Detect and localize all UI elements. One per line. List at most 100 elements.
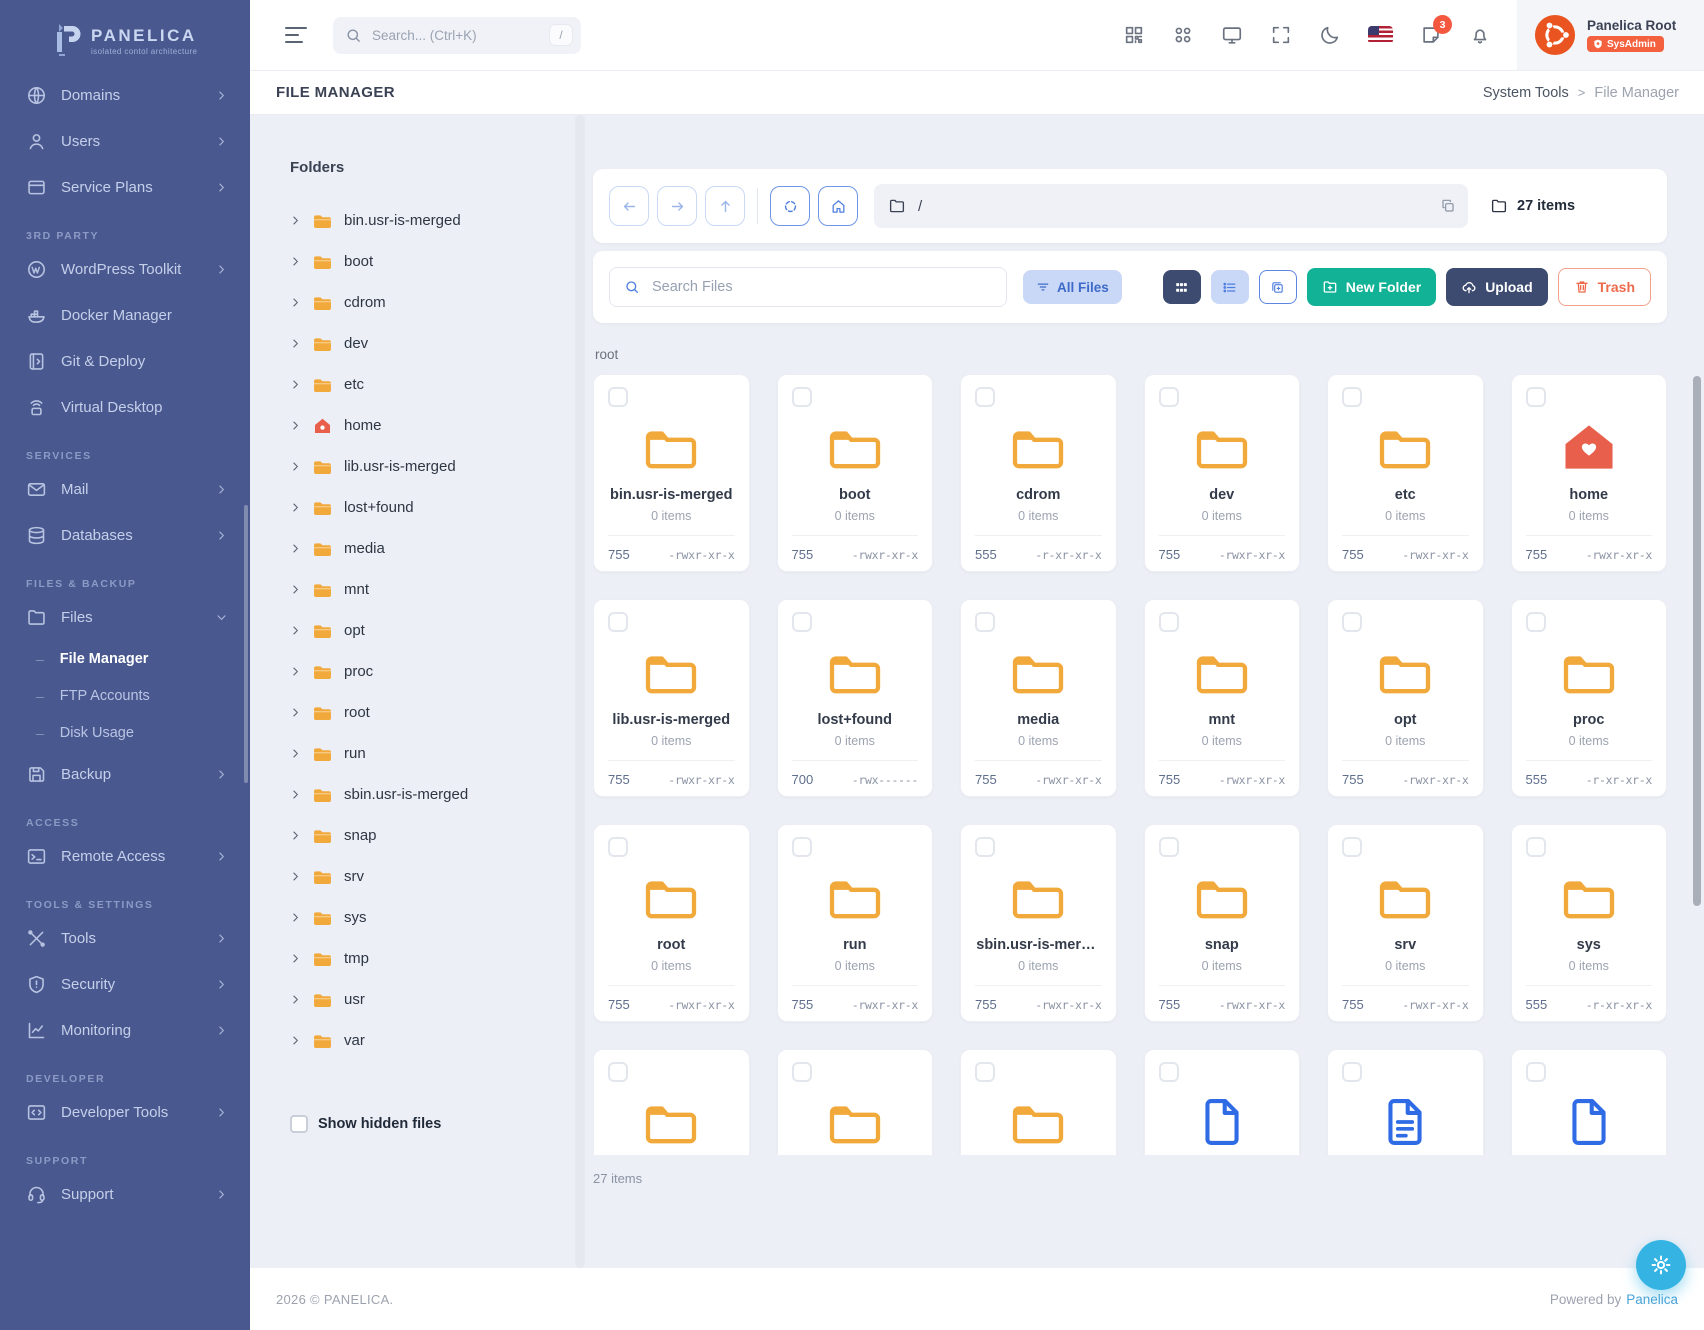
tree-item-mnt[interactable]: mnt: [290, 569, 575, 610]
breadcrumb-system-tools[interactable]: System Tools: [1483, 85, 1569, 101]
sidebar-item-virtual-desktop[interactable]: Virtual Desktop: [0, 384, 250, 430]
file-card[interactable]: cdrom0 items555-r-xr-xr-x: [960, 374, 1117, 572]
file-checkbox[interactable]: [608, 387, 628, 407]
brand-logo[interactable]: PANELICA isolated contol architecture: [56, 24, 250, 58]
main-scrollbar[interactable]: [1693, 376, 1701, 906]
sidebar-subitem-file-manager[interactable]: –File Manager: [0, 640, 250, 677]
path-bar[interactable]: [874, 184, 1468, 228]
sidebar-item-service-plans[interactable]: Service Plans: [0, 164, 250, 210]
file-checkbox[interactable]: [608, 1062, 628, 1082]
tree-item-lost-found[interactable]: lost+found: [290, 487, 575, 528]
file-card[interactable]: sys0 items555-r-xr-xr-x: [1511, 824, 1668, 1022]
tree-item-proc[interactable]: proc: [290, 651, 575, 692]
upload-button[interactable]: Upload: [1446, 268, 1547, 306]
tree-item-home[interactable]: home: [290, 405, 575, 446]
file-checkbox[interactable]: [1526, 612, 1546, 632]
file-card[interactable]: lib.usr-is-merged0 items755-rwxr-xr-x: [593, 599, 750, 797]
tree-item-usr[interactable]: usr: [290, 979, 575, 1020]
tree-item-dev[interactable]: dev: [290, 323, 575, 364]
file-card[interactable]: dev0 items755-rwxr-xr-x: [1144, 374, 1301, 572]
copy-path-button[interactable]: [1440, 198, 1456, 214]
file-search[interactable]: [609, 267, 1007, 307]
sidebar-item-tools[interactable]: Tools: [0, 915, 250, 961]
file-card[interactable]: [1327, 1049, 1484, 1155]
sidebar-subitem-disk-usage[interactable]: –Disk Usage: [0, 714, 250, 751]
file-card[interactable]: sbin.usr-is-merged0 items755-rwxr-xr-x: [960, 824, 1117, 1022]
path-input[interactable]: [916, 197, 1430, 216]
file-card[interactable]: media0 items755-rwxr-xr-x: [960, 599, 1117, 797]
file-checkbox[interactable]: [1526, 387, 1546, 407]
file-card[interactable]: bin.usr-is-merged0 items755-rwxr-xr-x: [593, 374, 750, 572]
us-flag-button[interactable]: [1368, 26, 1393, 44]
file-checkbox[interactable]: [975, 837, 995, 857]
sidebar-item-security[interactable]: Security: [0, 961, 250, 1007]
file-card[interactable]: [593, 1049, 750, 1155]
sidebar-item-developer-tools[interactable]: Developer Tools: [0, 1089, 250, 1135]
file-checkbox[interactable]: [792, 837, 812, 857]
tree-item-sbin-usr-is-merged[interactable]: sbin.usr-is-merged: [290, 774, 575, 815]
filter-all-files-button[interactable]: All Files: [1023, 270, 1122, 304]
grid-view-button[interactable]: [1163, 270, 1201, 304]
file-checkbox[interactable]: [1159, 612, 1179, 632]
sidebar-item-domains[interactable]: Domains: [0, 72, 250, 118]
sidebar-item-docker-manager[interactable]: Docker Manager: [0, 292, 250, 338]
file-checkbox[interactable]: [975, 387, 995, 407]
multi-select-button[interactable]: [1259, 270, 1297, 304]
sidebar-item-files[interactable]: Files: [0, 594, 250, 640]
file-checkbox[interactable]: [792, 387, 812, 407]
tree-item-root[interactable]: root: [290, 692, 575, 733]
file-checkbox[interactable]: [1159, 1062, 1179, 1082]
tree-item-boot[interactable]: boot: [290, 241, 575, 282]
sidebar-item-remote-access[interactable]: Remote Access: [0, 833, 250, 879]
menu-toggle-button[interactable]: [285, 27, 309, 43]
file-card[interactable]: mnt0 items755-rwxr-xr-x: [1144, 599, 1301, 797]
bell-button[interactable]: [1469, 24, 1491, 46]
tree-item-bin-usr-is-merged[interactable]: bin.usr-is-merged: [290, 200, 575, 241]
monitor-button[interactable]: [1221, 24, 1243, 46]
forward-button[interactable]: [657, 186, 697, 226]
sidebar-item-monitoring[interactable]: Monitoring: [0, 1007, 250, 1053]
file-card[interactable]: root0 items755-rwxr-xr-x: [593, 824, 750, 1022]
file-checkbox[interactable]: [1159, 387, 1179, 407]
file-card[interactable]: [960, 1049, 1117, 1155]
file-checkbox[interactable]: [1342, 387, 1362, 407]
file-search-input[interactable]: [650, 278, 992, 296]
file-card[interactable]: srv0 items755-rwxr-xr-x: [1327, 824, 1484, 1022]
back-button[interactable]: [609, 186, 649, 226]
sidebar-item-support[interactable]: Support: [0, 1171, 250, 1217]
sidebar-item-backup[interactable]: Backup: [0, 751, 250, 797]
tree-item-tmp[interactable]: tmp: [290, 938, 575, 979]
file-card[interactable]: opt0 items755-rwxr-xr-x: [1327, 599, 1484, 797]
global-search-input[interactable]: [370, 27, 541, 44]
file-card[interactable]: boot0 items755-rwxr-xr-x: [777, 374, 934, 572]
file-card[interactable]: [1511, 1049, 1668, 1155]
tree-item-snap[interactable]: snap: [290, 815, 575, 856]
sidebar-subitem-ftp-accounts[interactable]: –FTP Accounts: [0, 677, 250, 714]
notes-button[interactable]: 3: [1420, 24, 1442, 46]
sidebar-item-users[interactable]: Users: [0, 118, 250, 164]
file-checkbox[interactable]: [1526, 837, 1546, 857]
file-card[interactable]: snap0 items755-rwxr-xr-x: [1144, 824, 1301, 1022]
list-view-button[interactable]: [1211, 270, 1249, 304]
file-checkbox[interactable]: [1526, 1062, 1546, 1082]
file-checkbox[interactable]: [1342, 1062, 1362, 1082]
sidebar-item-wordpress-toolkit[interactable]: WordPress Toolkit: [0, 246, 250, 292]
file-card[interactable]: proc0 items555-r-xr-xr-x: [1511, 599, 1668, 797]
show-hidden-toggle[interactable]: Show hidden files: [290, 1115, 575, 1133]
user-menu[interactable]: Panelica Root SysAdmin: [1517, 0, 1704, 70]
file-checkbox[interactable]: [975, 1062, 995, 1082]
file-checkbox[interactable]: [975, 612, 995, 632]
tree-item-opt[interactable]: opt: [290, 610, 575, 651]
sidebar-scrollbar[interactable]: [244, 505, 248, 783]
tree-item-srv[interactable]: srv: [290, 856, 575, 897]
tree-item-sys[interactable]: sys: [290, 897, 575, 938]
file-card[interactable]: [1144, 1049, 1301, 1155]
moon-button[interactable]: [1319, 24, 1341, 46]
sidebar-item-databases[interactable]: Databases: [0, 512, 250, 558]
panel-divider[interactable]: [575, 115, 585, 1268]
powered-brand-link[interactable]: Panelica: [1626, 1292, 1678, 1307]
file-card[interactable]: [777, 1049, 934, 1155]
show-hidden-checkbox[interactable]: [290, 1115, 308, 1133]
sidebar-item-mail[interactable]: Mail: [0, 466, 250, 512]
file-checkbox[interactable]: [1159, 837, 1179, 857]
